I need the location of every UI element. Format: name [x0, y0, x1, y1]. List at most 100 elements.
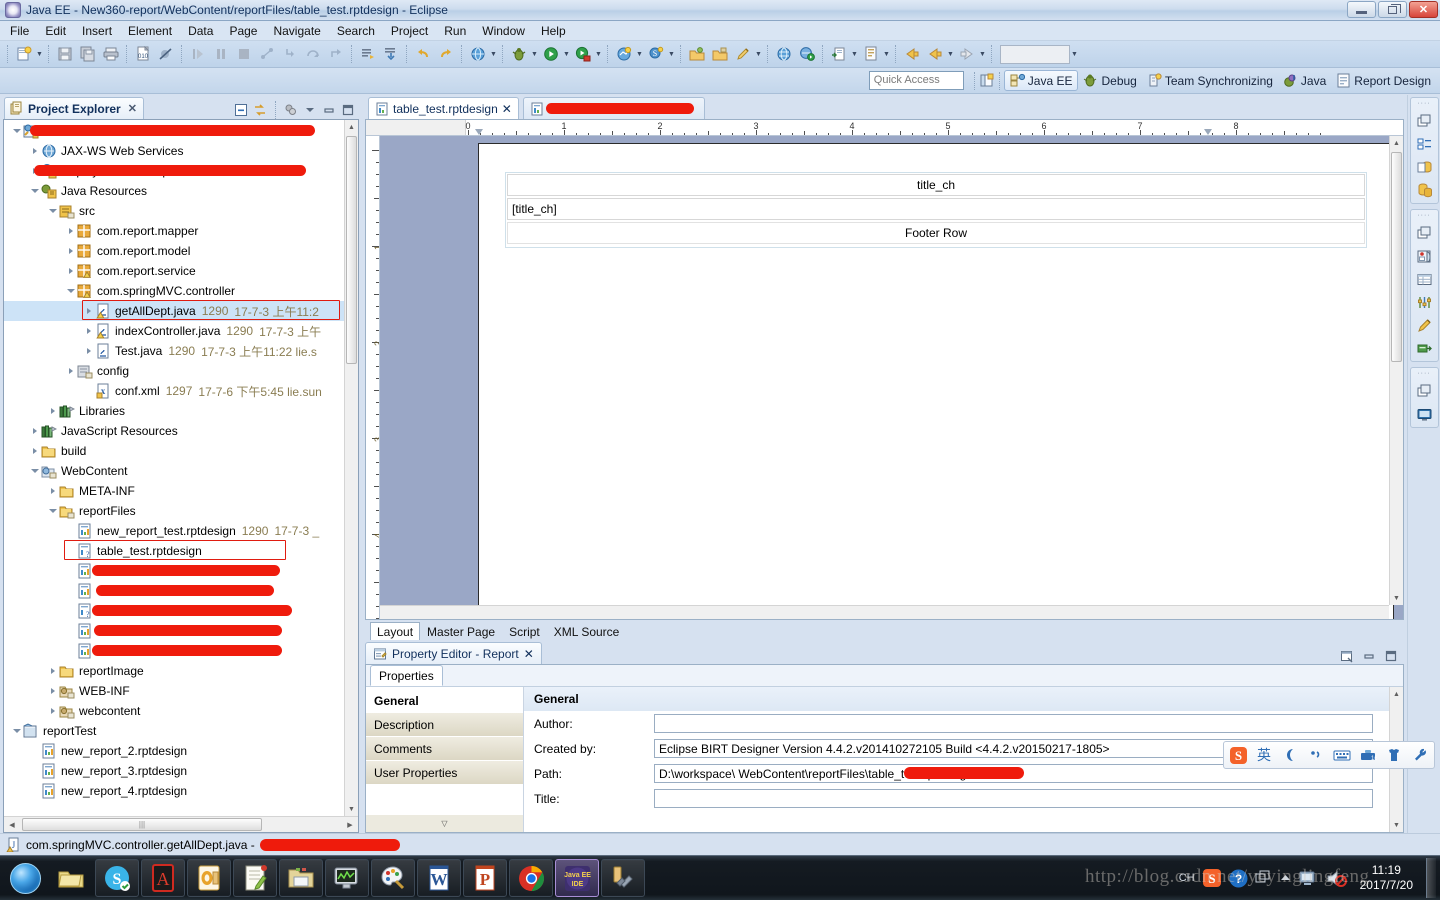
tree-twisty-collapsed[interactable] — [46, 485, 59, 498]
restore-icon[interactable] — [1415, 112, 1433, 130]
step-into-icon[interactable] — [279, 44, 300, 65]
scroll-up-arrow[interactable]: ▲ — [1390, 136, 1403, 150]
tree-scroll-thumb[interactable] — [346, 136, 357, 364]
menu-insert[interactable]: Insert — [74, 22, 120, 40]
debug-icon[interactable] — [508, 44, 529, 65]
tree-twisty-collapsed[interactable] — [64, 225, 77, 238]
tools-icon[interactable] — [601, 859, 645, 897]
tree-twisty-collapsed[interactable] — [28, 145, 41, 158]
menu-file[interactable]: File — [2, 22, 37, 40]
tree-twisty-collapsed[interactable] — [46, 705, 59, 718]
menu-window[interactable]: Window — [474, 22, 533, 40]
sogou-ime-bar[interactable]: S 英 16 — [1223, 741, 1435, 769]
scroll-up-arrow[interactable]: ▲ — [1390, 687, 1403, 701]
tree-row[interactable]: reportTest — [4, 721, 344, 741]
scroll-left-arrow[interactable]: ◀ — [4, 817, 20, 832]
skin-icon[interactable] — [1384, 745, 1404, 765]
show-desktop-button[interactable] — [1426, 858, 1436, 898]
project-explorer-toolbar[interactable] — [233, 101, 362, 119]
tree-row[interactable]: new_report_4.rptdesign — [4, 781, 344, 801]
pencil-icon[interactable] — [732, 44, 753, 65]
properties-subtab-row[interactable]: Properties — [366, 665, 1403, 687]
collapse-all-icon[interactable] — [233, 102, 249, 118]
preview-report-icon[interactable] — [828, 44, 849, 65]
skip-breakpoints-icon[interactable] — [155, 44, 176, 65]
word-icon[interactable]: W — [417, 859, 461, 897]
tree-twisty-collapsed[interactable] — [28, 445, 41, 458]
export-icon[interactable] — [380, 44, 401, 65]
restore-view-icon[interactable] — [1339, 648, 1355, 664]
close-button[interactable]: ✕ — [1409, 1, 1438, 18]
chrome-icon[interactable] — [509, 859, 553, 897]
resume-icon[interactable] — [187, 44, 208, 65]
editor-vertical-scrollbar[interactable]: ▲ ▼ — [1389, 136, 1403, 605]
suspend-icon[interactable] — [210, 44, 231, 65]
moon-icon[interactable] — [1280, 745, 1300, 765]
tree-row[interactable]: config — [4, 361, 344, 381]
tree-row[interactable]: build — [4, 441, 344, 461]
tab-layout[interactable]: Layout — [370, 622, 421, 640]
properties-view-icon[interactable] — [1415, 293, 1433, 311]
table-header-row[interactable]: title_ch — [507, 174, 1365, 196]
tree-row[interactable]: 1340 17-7-20 — [4, 561, 344, 581]
tree-row[interactable]: reportFiles — [4, 501, 344, 521]
tree-row[interactable]: x conf.xml 1297 17-7-6 下午5:45 lie.sun — [4, 381, 344, 401]
file-manager-icon[interactable] — [279, 859, 323, 897]
menu-search[interactable]: Search — [329, 22, 383, 40]
perspective-dropdown-arrow[interactable]: ▼ — [635, 44, 644, 64]
report-table[interactable]: title_ch [title_ch] Footer Row — [505, 172, 1367, 248]
open-type-icon[interactable] — [709, 44, 730, 65]
tree-row[interactable]: JavaScript Resources — [4, 421, 344, 441]
forward-dropdown-arrow[interactable]: ▼ — [978, 44, 987, 64]
start-button[interactable] — [2, 859, 48, 897]
tree-twisty-expanded[interactable] — [46, 205, 59, 218]
tab-script[interactable]: Script — [502, 622, 547, 640]
menu-run[interactable]: Run — [436, 22, 474, 40]
tree-twisty-expanded[interactable] — [10, 725, 23, 738]
monitor-tool-icon[interactable] — [325, 859, 369, 897]
resource-explorer-icon[interactable] — [1415, 181, 1433, 199]
editor-scroll-thumb[interactable] — [1391, 152, 1402, 362]
forward-arrow-icon[interactable] — [956, 44, 977, 65]
report-template-icon[interactable] — [860, 44, 881, 65]
tree-row[interactable]: ? table_test.rptdesign — [4, 541, 344, 561]
open-perspective-icon[interactable] — [613, 44, 634, 65]
drag-handle[interactable]: ···· — [1417, 100, 1430, 107]
run-coverage-icon[interactable] — [572, 44, 593, 65]
menu-page[interactable]: Page — [221, 22, 265, 40]
globe-icon[interactable] — [773, 44, 794, 65]
tree-twisty-collapsed[interactable] — [82, 345, 95, 358]
perspective-java-ee[interactable]: Java EE — [1003, 70, 1079, 91]
keyboard-icon[interactable] — [1332, 745, 1352, 765]
tree-twisty-collapsed[interactable] — [64, 265, 77, 278]
tree-row[interactable]: new_report_test.rptdesign 1290 17-7-3 _ — [4, 521, 344, 541]
tree-twisty-expanded[interactable] — [28, 185, 41, 198]
disconnect-icon[interactable] — [256, 44, 277, 65]
minimize-button[interactable] — [1347, 1, 1376, 18]
comma-icon[interactable] — [1306, 745, 1326, 765]
drag-handle[interactable]: ···· — [1417, 370, 1430, 377]
palette-view-icon[interactable] — [1415, 247, 1433, 265]
tree-row[interactable]: new_report_3.rptdesign — [4, 761, 344, 781]
tree-twisty-collapsed[interactable] — [46, 405, 59, 418]
perspective-bar[interactable]: Quick Access Java EE Debug Team Synchron… — [0, 68, 1440, 94]
tree-twisty-collapsed[interactable] — [64, 365, 77, 378]
search-dropdown-arrow[interactable]: ▼ — [667, 44, 676, 64]
binary-file-icon[interactable]: 010 — [132, 44, 153, 65]
tree-twisty-collapsed[interactable] — [64, 245, 77, 258]
property-editor-toolbar[interactable] — [1339, 648, 1407, 664]
outline-view-icon[interactable] — [1415, 135, 1433, 153]
skype-icon[interactable]: S — [95, 859, 139, 897]
tree-twisty-collapsed[interactable] — [82, 305, 95, 318]
perspective-debug[interactable]: Debug — [1078, 71, 1141, 90]
tree-row[interactable]: reportImage — [4, 661, 344, 681]
table-detail-row[interactable]: [title_ch] — [507, 198, 1365, 220]
scroll-right-arrow[interactable]: ▶ — [342, 817, 358, 832]
run-dropdown-arrow[interactable]: ▼ — [562, 44, 571, 64]
project-tree-container[interactable]: JAX-WS Web Services Deployment Descriptor… — [3, 119, 359, 833]
close-icon[interactable]: ✕ — [128, 102, 137, 115]
tree-row[interactable]: com.report.model — [4, 241, 344, 261]
tree-row[interactable]: 1340 17-7-20 — [4, 581, 344, 601]
ruler-margin-marker-right[interactable] — [1204, 129, 1212, 135]
step-over-icon[interactable] — [302, 44, 323, 65]
